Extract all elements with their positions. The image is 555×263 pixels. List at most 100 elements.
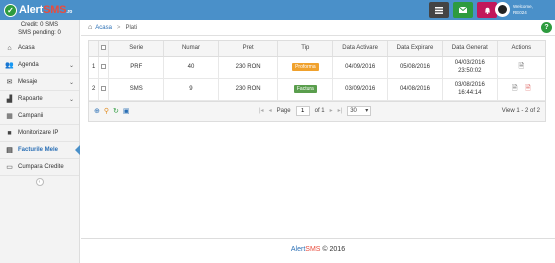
chevron-down-icon: ▾ bbox=[365, 108, 369, 114]
sidebar-item-mesaje[interactable]: ✉ Mesaje ⌄ bbox=[0, 74, 79, 91]
breadcrumb-separator: > bbox=[116, 24, 121, 31]
sidebar-menu: ⌂ Acasa 👥 Agenda ⌄ ✉ Mesaje ⌄ ▟ Rapoarte… bbox=[0, 40, 80, 176]
footer-copyright: © 2016 bbox=[322, 246, 346, 253]
list-button[interactable] bbox=[429, 2, 449, 18]
logo[interactable]: ✓ AlertSMS.ro bbox=[4, 2, 72, 18]
row-number: 1 bbox=[89, 56, 100, 79]
column-header-data-expirare[interactable]: Data Expirare bbox=[387, 41, 443, 57]
document-icon[interactable]: 🗎 bbox=[519, 63, 525, 70]
footer-alert-text: Alert bbox=[290, 246, 306, 253]
cell-data-expirare: 04/08/2016 bbox=[387, 78, 443, 101]
sidebar-item-acasa[interactable]: ⌂ Acasa bbox=[0, 40, 79, 57]
invoices-grid: Serie Numar Pret Tip Data Activare Data … bbox=[88, 40, 546, 122]
cell-data-activare: 04/09/2016 bbox=[332, 56, 389, 79]
search-icon[interactable]: ⚲ bbox=[104, 107, 109, 115]
home-icon: ⌂ bbox=[7, 44, 12, 52]
logo-sms-text: SMS bbox=[43, 4, 67, 16]
sidebar-item-facturile-mele[interactable]: ▤ Facturile Mele bbox=[0, 142, 80, 159]
user-menu[interactable]: Welcome, RE024 bbox=[495, 2, 533, 17]
select-all-header bbox=[98, 41, 110, 57]
envelope-icon bbox=[459, 7, 467, 13]
breadcrumb-home-link[interactable]: Acasa bbox=[95, 25, 112, 31]
footer-sms-text: SMS bbox=[305, 246, 321, 253]
select-all-checkbox[interactable] bbox=[101, 44, 107, 50]
calendar-icon: ▦ bbox=[6, 113, 13, 120]
row-number: 2 bbox=[89, 78, 100, 101]
sidebar: Credit: 0 SMS SMS pending: 0 ⌂ Acasa 👥 A… bbox=[0, 20, 80, 263]
cell-data-generat-time: 23:50:02 bbox=[458, 68, 482, 74]
view-records-text: View 1 - 2 of 2 bbox=[501, 107, 540, 114]
sidebar-item-agenda[interactable]: 👥 Agenda ⌄ bbox=[0, 57, 79, 74]
top-bar: ✓ AlertSMS.ro Welcome, RE024 bbox=[0, 0, 555, 20]
list-icon bbox=[435, 6, 443, 14]
cell-serie: PRF bbox=[108, 56, 165, 79]
pdf-icon[interactable]: 🗎 bbox=[525, 85, 531, 92]
cell-pret: 230 RON bbox=[218, 78, 279, 101]
sidebar-item-rapoarte[interactable]: ▟ Rapoarte ⌄ bbox=[0, 91, 79, 108]
credit-card-icon: ▭ bbox=[6, 164, 13, 171]
breadcrumb-current: Plati bbox=[125, 24, 138, 31]
pending-text: SMS pending: 0 bbox=[18, 30, 61, 36]
cell-data-generat-date: 04/03/2016 bbox=[454, 60, 485, 66]
row-checkbox[interactable] bbox=[101, 63, 107, 69]
cell-data-expirare: 05/08/2016 bbox=[387, 56, 443, 79]
rows-per-page-value: 30 bbox=[350, 107, 357, 114]
status-badge-proforma: Proforma bbox=[292, 63, 319, 71]
first-page-icon[interactable]: |◂ bbox=[259, 107, 264, 114]
logo-text: Alert bbox=[19, 4, 44, 16]
sidebar-item-campanii[interactable]: ▦ Campanii bbox=[0, 108, 79, 125]
logo-icon: ✓ bbox=[4, 3, 17, 17]
invoices-table: Serie Numar Pret Tip Data Activare Data … bbox=[89, 41, 545, 101]
sidebar-item-monitorizare-ip[interactable]: ■ Monitorizare IP bbox=[0, 125, 79, 142]
pager: ⊕ ⚲ ↻ ▣ |◂ ◂ Page of 1 ▸ ▸| 30 ▾ View 1 … bbox=[89, 100, 545, 121]
prev-page-icon[interactable]: ◂ bbox=[269, 107, 272, 114]
chevron-down-icon: ⌄ bbox=[68, 96, 74, 103]
chevron-down-icon: ⌄ bbox=[68, 79, 74, 86]
next-page-icon[interactable]: ▸ bbox=[330, 107, 333, 114]
table-row[interactable]: 2 SMS 9 230 RON Factura 03/09/2016 04/08… bbox=[89, 78, 545, 101]
cell-pret: 230 RON bbox=[218, 56, 279, 79]
column-header-serie[interactable]: Serie bbox=[108, 41, 165, 57]
bell-icon bbox=[484, 7, 490, 14]
row-checkbox[interactable] bbox=[101, 85, 107, 91]
table-header-row: Serie Numar Pret Tip Data Activare Data … bbox=[89, 41, 545, 57]
export-icon[interactable]: ▣ bbox=[123, 107, 130, 115]
footer: AlertSMS © 2016 bbox=[81, 238, 555, 263]
page-input[interactable] bbox=[295, 105, 310, 116]
page-label: Page bbox=[276, 107, 291, 114]
cell-numar: 9 bbox=[163, 78, 219, 101]
messages-button[interactable] bbox=[453, 2, 473, 18]
chevron-left-icon: ‹ bbox=[38, 179, 41, 185]
page-of-label: of 1 bbox=[314, 107, 325, 114]
cell-serie: SMS bbox=[108, 78, 165, 101]
sidebar-item-label: Rapoarte bbox=[18, 96, 43, 102]
zoom-icon[interactable]: ⊕ bbox=[94, 107, 100, 115]
status-badge-factura: Factura bbox=[293, 85, 317, 93]
logo-ro-text: .ro bbox=[66, 9, 73, 15]
table-row[interactable]: 1 PRF 40 230 RON Proforma 04/09/2016 05/… bbox=[89, 56, 545, 79]
refresh-icon[interactable]: ↻ bbox=[113, 107, 119, 115]
column-header-data-generat[interactable]: Data Generat bbox=[442, 41, 498, 57]
sidebar-collapse-button[interactable]: ‹ bbox=[35, 178, 44, 186]
column-header-tip[interactable]: Tip bbox=[277, 41, 334, 57]
document-icon[interactable]: 🗎 bbox=[512, 85, 518, 92]
sidebar-item-label: Campanii bbox=[18, 113, 44, 119]
notifications-button[interactable] bbox=[477, 2, 497, 18]
chart-icon: ▟ bbox=[6, 96, 13, 103]
user-welcome: Welcome, bbox=[513, 3, 533, 9]
rows-per-page-select[interactable]: 30 ▾ bbox=[347, 105, 372, 116]
sidebar-item-label: Cumpara Credite bbox=[18, 164, 64, 170]
column-header-data-activare[interactable]: Data Activare bbox=[332, 41, 389, 57]
last-page-icon[interactable]: ▸| bbox=[338, 107, 343, 114]
help-button[interactable]: ? bbox=[541, 22, 552, 33]
users-icon: 👥 bbox=[5, 62, 14, 69]
column-header-numar[interactable]: Numar bbox=[163, 41, 219, 57]
user-name: RE024 bbox=[513, 9, 527, 15]
camera-icon: ■ bbox=[7, 129, 12, 137]
cell-data-generat-date: 03/08/2016 bbox=[454, 82, 485, 88]
column-header-pret[interactable]: Pret bbox=[218, 41, 279, 57]
sidebar-item-label: Facturile Mele bbox=[18, 147, 59, 153]
cell-data-activare: 03/09/2016 bbox=[332, 78, 389, 101]
sidebar-item-cumpara-credite[interactable]: ▭ Cumpara Credite bbox=[0, 159, 79, 176]
breadcrumb: ⌂ Acasa > Plati ? bbox=[81, 20, 555, 36]
